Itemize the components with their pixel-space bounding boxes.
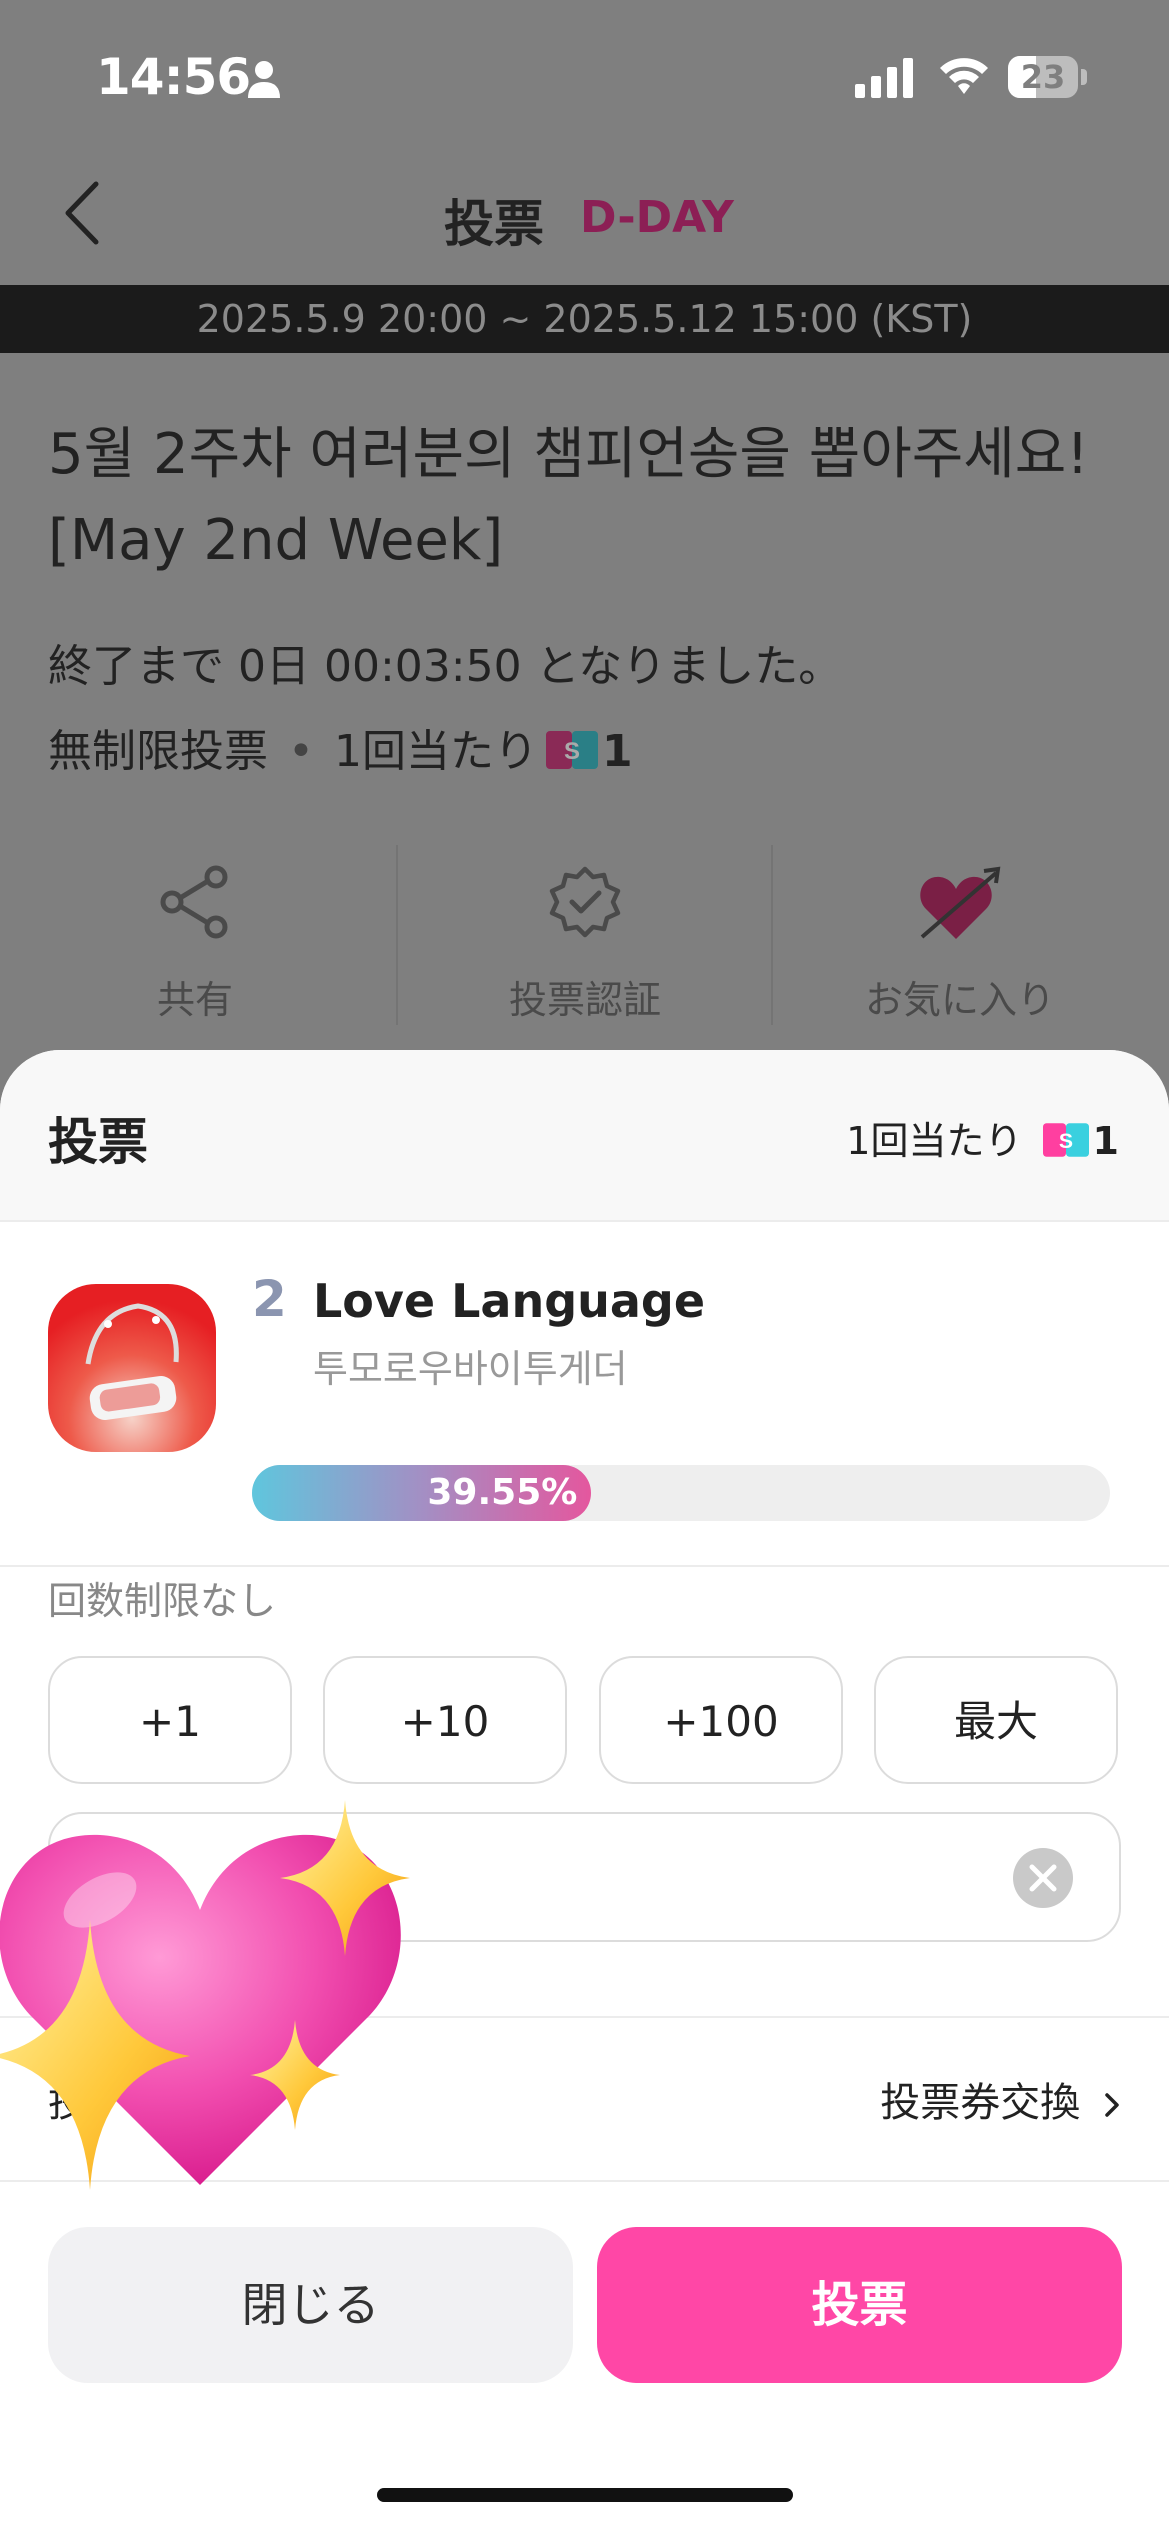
- chevron-right-icon: [1105, 2093, 1119, 2117]
- svg-text:S: S: [564, 738, 580, 765]
- battery-indicator: 23: [1008, 56, 1088, 98]
- song-row[interactable]: 2 Love Language 투모로우바이투게더 39.55%: [0, 1220, 1169, 1567]
- dday-badge: D-DAY: [580, 192, 734, 243]
- cost-label: 1回当たり: [333, 726, 538, 777]
- heart-arrow-icon: [920, 866, 1001, 939]
- vote-verification-label: 投票認証: [508, 978, 661, 1022]
- page-title: 投票: [444, 195, 544, 253]
- favorite-button[interactable]: お気に入り: [765, 845, 1155, 1025]
- song-rank: 2: [252, 1270, 287, 1328]
- sheet-title: 投票: [48, 1113, 148, 1171]
- add-10-button[interactable]: +10: [323, 1656, 567, 1784]
- vote-title-line1: 5월 2주차 여러분의 챔피언송을 뽑아주세요!: [48, 422, 1089, 487]
- limit-label: 回数制限なし: [48, 1579, 277, 1623]
- status-time: 14:56: [96, 48, 251, 106]
- artist-name: 투모로우바이투게더: [313, 1347, 628, 1391]
- album-art-image: [85, 1303, 179, 1420]
- separator-dot: •: [288, 726, 314, 777]
- vote-type: 無制限投票: [48, 726, 268, 777]
- album-art: [48, 1284, 216, 1452]
- share-button[interactable]: 共有: [0, 845, 390, 1025]
- vote-title: 5월 2주차 여러분의 챔피언송을 뽑아주세요! [May 2nd Week]: [48, 412, 1128, 584]
- countdown-text: 終了まで 0日 00:03:50 となりました。: [48, 641, 843, 692]
- vote-verification-button[interactable]: 投票認証: [390, 845, 780, 1025]
- verified-badge-icon: [549, 866, 621, 938]
- share-icon: [160, 865, 228, 939]
- person-icon: [248, 61, 280, 98]
- vote-button[interactable]: 投票: [597, 2227, 1122, 2383]
- vote-share-bar: 39.55%: [252, 1465, 1110, 1521]
- vote-title-line2: [May 2nd Week]: [48, 508, 504, 573]
- svg-text:S: S: [1058, 1129, 1072, 1152]
- song-title: Love Language: [313, 1274, 706, 1328]
- clear-input-button[interactable]: [1013, 1848, 1073, 1908]
- cost-value: 1: [601, 726, 633, 777]
- share-label: 共有: [156, 978, 233, 1022]
- home-indicator: [377, 2488, 793, 2502]
- per-vote-value: 1: [1092, 1119, 1119, 1163]
- vote-ticket-icon: S: [545, 731, 598, 769]
- vote-ticket-icon: S: [1042, 1122, 1089, 1157]
- vote-share-fill: 39.55%: [252, 1465, 592, 1521]
- cellular-signal-icon: [855, 58, 913, 98]
- sparkling-heart-icon: [0, 1800, 410, 2190]
- ticket-exchange-label: 投票券交換: [880, 2080, 1081, 2126]
- vote-period-banner: 2025.5.9 20:00 ~ 2025.5.12 15:00 (KST): [0, 285, 1169, 353]
- favorite-label: お気に入り: [864, 978, 1055, 1022]
- vote-share-percent: 39.55%: [427, 1472, 578, 1513]
- close-icon: [1029, 1864, 1057, 1892]
- per-vote-label: 1回当たり: [846, 1119, 1023, 1163]
- back-icon[interactable]: [60, 178, 106, 248]
- ticket-exchange-link[interactable]: 投票券交換: [880, 2070, 1123, 2128]
- close-button[interactable]: 閉じる: [48, 2227, 573, 2383]
- vote-info-line: 無制限投票 • 1回当たり S 1: [48, 715, 633, 779]
- battery-level-text: 23: [1020, 58, 1066, 96]
- wifi-icon: [940, 58, 988, 94]
- max-button[interactable]: 最大: [874, 1656, 1118, 1784]
- add-1-button[interactable]: +1: [48, 1656, 292, 1784]
- per-vote-cost: 1回当たり S 1: [846, 1110, 1119, 1165]
- action-bar: 共有 投票認証 お気に入り: [0, 845, 1169, 1025]
- sheet-header: 投票 1回当たり S 1: [0, 1050, 1169, 1222]
- add-100-button[interactable]: +100: [599, 1656, 843, 1784]
